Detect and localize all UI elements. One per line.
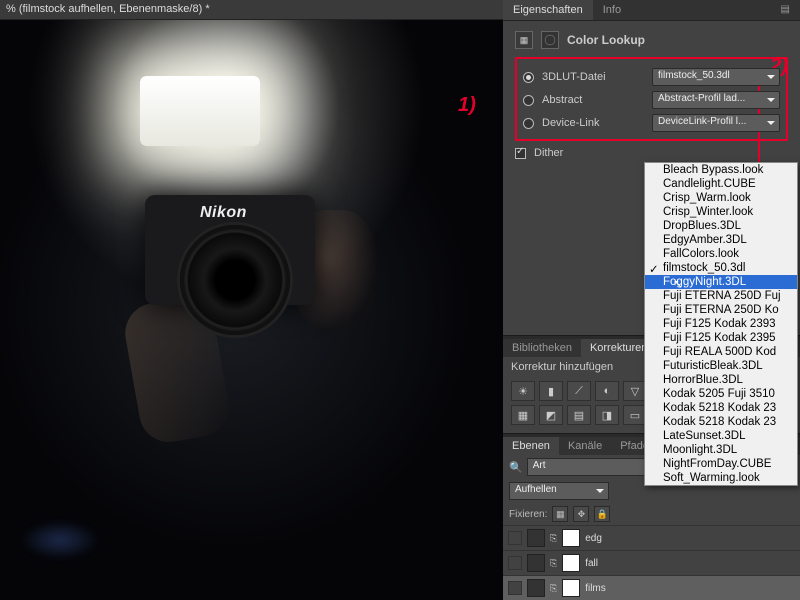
radio-devicelink[interactable] [523, 118, 534, 129]
label-abstract: Abstract [542, 94, 582, 106]
adj-invert-icon[interactable]: ◩ [539, 405, 563, 425]
camera-lens [180, 225, 290, 335]
flash-unit [140, 76, 260, 146]
lut-menu-item[interactable]: Fuji REALA 500D Kod [645, 345, 797, 359]
photo: Nikon [0, 20, 503, 600]
lock-position-icon[interactable]: ✥ [573, 506, 589, 522]
lut-menu-item[interactable]: Bleach Bypass.look [645, 163, 797, 177]
lut-menu-item[interactable]: filmstock_50.3dl [645, 261, 797, 275]
layer-row[interactable]: ⎘ films [503, 575, 800, 600]
lut-menu-item[interactable]: Fuji F125 Kodak 2395 [645, 331, 797, 345]
layer-row[interactable]: ⎘ edg [503, 525, 800, 550]
adj-levels-icon[interactable]: ▮ [539, 381, 563, 401]
lut-menu-item[interactable]: Fuji ETERNA 250D Fuj [645, 289, 797, 303]
dropdown-3dlut[interactable]: filmstock_50.3dl [652, 68, 780, 86]
label-dither: Dither [534, 147, 563, 159]
label-devicelink: Device-Link [542, 117, 599, 129]
lut-menu-item[interactable]: NightFromDay.CUBE [645, 457, 797, 471]
properties-tabs: Eigenschaften Info ▤ [503, 0, 800, 21]
canvas[interactable]: Nikon [0, 20, 503, 600]
visibility-toggle[interactable] [508, 556, 522, 570]
blend-mode-dropdown[interactable]: Aufhellen [509, 482, 609, 500]
mask-thumb[interactable] [562, 554, 580, 572]
lock-all-icon[interactable]: 🔒 [594, 506, 610, 522]
radio-abstract[interactable] [523, 95, 534, 106]
lut-menu-item[interactable]: Fuji F125 Kodak 2393 [645, 317, 797, 331]
panel-menu-icon[interactable]: ▤ [771, 0, 800, 20]
color-lookup-header: ▦ Color Lookup [515, 31, 788, 49]
lut-menu-item[interactable]: Crisp_Warm.look [645, 191, 797, 205]
lens-flare [20, 520, 100, 560]
visibility-toggle[interactable] [508, 531, 522, 545]
tab-properties[interactable]: Eigenschaften [503, 0, 593, 20]
adj-curves-icon[interactable]: ⟋ [567, 381, 591, 401]
lut-menu-item[interactable]: HorrorBlue.3DL [645, 373, 797, 387]
link-icon[interactable]: ⎘ [550, 533, 557, 544]
lut-menu-item[interactable]: LateSunset.3DL [645, 429, 797, 443]
adj-poster-icon[interactable]: ▤ [567, 405, 591, 425]
grid-icon[interactable]: ▦ [515, 31, 533, 49]
adjustment-thumb-icon [527, 579, 545, 597]
lut-menu-item[interactable]: Kodak 5205 Fuji 3510 [645, 387, 797, 401]
lut-menu-item[interactable]: FallColors.look [645, 247, 797, 261]
tab-channels[interactable]: Kanäle [559, 437, 611, 455]
layer-name[interactable]: fall [585, 558, 598, 569]
layer-name[interactable]: films [585, 583, 606, 594]
adj-lookup-icon[interactable]: ▦ [511, 405, 535, 425]
tab-info[interactable]: Info [593, 0, 631, 20]
lut-menu-item[interactable]: Crisp_Winter.look [645, 205, 797, 219]
adj-threshold-icon[interactable]: ◨ [595, 405, 619, 425]
lut-menu-item[interactable]: DropBlues.3DL [645, 219, 797, 233]
lut-menu-item[interactable]: Soft_Warming.look [645, 471, 797, 485]
lut-menu-item[interactable]: Kodak 5218 Kodak 23 [645, 415, 797, 429]
tab-libraries[interactable]: Bibliotheken [503, 339, 581, 357]
label-3dlut: 3DLUT-Datei [542, 71, 606, 83]
properties-title: Color Lookup [567, 33, 645, 47]
dropdown-abstract[interactable]: Abstract-Profil lad... [652, 91, 780, 109]
lock-pixels-icon[interactable]: ▦ [552, 506, 568, 522]
layer-name[interactable]: edg [585, 533, 602, 544]
lut-menu-item[interactable]: FuturisticBleak.3DL [645, 359, 797, 373]
radio-3dlut[interactable] [523, 72, 534, 83]
link-icon[interactable]: ⎘ [550, 583, 557, 594]
lut-menu-item[interactable]: Fuji ETERNA 250D Ko [645, 303, 797, 317]
adj-exposure-icon[interactable]: ◐ [595, 381, 619, 401]
link-icon[interactable]: ⎘ [550, 558, 557, 569]
layer-row[interactable]: ⎘ fall [503, 550, 800, 575]
properties-panel: 2) ▦ Color Lookup 3DLUT-Datei filmstock_… [503, 21, 800, 178]
mask-thumb[interactable] [562, 529, 580, 547]
adj-brightness-icon[interactable]: ☀ [511, 381, 535, 401]
camera-brand-label: Nikon [200, 204, 247, 222]
mask-thumb[interactable] [562, 579, 580, 597]
lut-radio-group: 3DLUT-Datei filmstock_50.3dl Abstract Ab… [515, 57, 788, 141]
dropdown-devicelink[interactable]: DeviceLink-Profil l... [652, 114, 780, 132]
lut-menu-item[interactable]: FoggyNight.3DL↖ [645, 275, 797, 289]
lock-label: Fixieren: [509, 509, 547, 520]
tab-layers[interactable]: Ebenen [503, 437, 559, 455]
lut-menu-item[interactable]: Kodak 5218 Kodak 23 [645, 401, 797, 415]
adjustment-thumb-icon [527, 554, 545, 572]
lut-dropdown-menu[interactable]: Bleach Bypass.lookCandlelight.CUBECrisp_… [644, 162, 798, 486]
mask-icon[interactable] [541, 31, 559, 49]
lut-menu-item[interactable]: Moonlight.3DL [645, 443, 797, 457]
lut-menu-item[interactable]: Candlelight.CUBE [645, 177, 797, 191]
checkbox-dither[interactable] [515, 148, 526, 159]
visibility-toggle[interactable] [508, 581, 522, 595]
adjustment-thumb-icon [527, 529, 545, 547]
lut-menu-item[interactable]: EdgyAmber.3DL [645, 233, 797, 247]
